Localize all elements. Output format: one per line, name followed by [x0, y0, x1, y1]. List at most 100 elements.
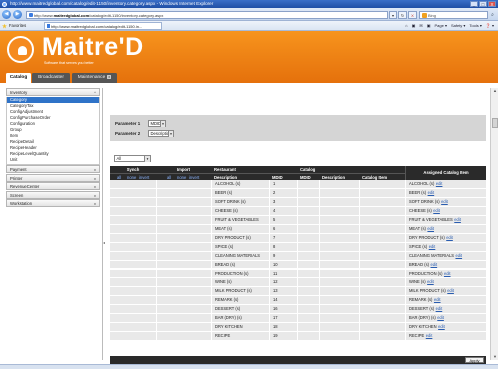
back-button[interactable]: ◀	[2, 10, 11, 19]
synch-cell[interactable]	[110, 242, 156, 251]
import-cell[interactable]	[156, 269, 211, 278]
search-input[interactable]: Bing	[419, 10, 488, 19]
synch-cell[interactable]	[110, 269, 156, 278]
favorites-button[interactable]: Favorites	[2, 22, 26, 30]
tab-maintenance[interactable]: Maintenance x	[72, 73, 117, 83]
import-cell[interactable]	[156, 278, 211, 287]
sidebar-group-printer[interactable]: Printer v	[6, 173, 100, 183]
synch-cell[interactable]	[110, 251, 156, 260]
stop-button[interactable]: X	[408, 10, 417, 19]
edit-link[interactable]: edit	[427, 279, 434, 284]
synch-cell[interactable]	[110, 278, 156, 287]
import-cell[interactable]	[156, 260, 211, 269]
chevron-up-icon[interactable]: ^	[94, 89, 96, 97]
page-menu[interactable]: Page ▾	[434, 22, 446, 30]
address-dropdown-button[interactable]: ▾	[389, 10, 397, 19]
edit-link[interactable]: edit	[431, 262, 438, 267]
edit-link[interactable]: edit	[437, 315, 444, 320]
synch-cell[interactable]	[110, 287, 156, 296]
import-cell[interactable]	[156, 180, 211, 188]
synch-cell[interactable]	[110, 260, 156, 269]
edit-link[interactable]: edit	[441, 199, 448, 204]
edit-link[interactable]: edit	[455, 253, 462, 258]
close-tab-icon[interactable]: x	[107, 75, 112, 79]
forward-button[interactable]: ▶	[13, 10, 22, 19]
edit-link[interactable]: edit	[427, 226, 434, 231]
sidebar-item-unit[interactable]: Unit	[7, 157, 99, 163]
import-cell[interactable]	[156, 251, 211, 260]
import-cell[interactable]	[156, 224, 211, 233]
import-cell[interactable]	[156, 332, 211, 341]
parameter-1-select[interactable]: MDID ▾	[148, 120, 166, 127]
edit-link[interactable]: edit	[428, 190, 435, 195]
filter-select[interactable]: All ▾	[114, 155, 151, 162]
synch-cell[interactable]	[110, 233, 156, 242]
synch-cell[interactable]	[110, 188, 156, 197]
edit-link[interactable]: edit	[454, 217, 461, 222]
feeds-icon[interactable]: ▣	[412, 22, 416, 30]
chevron-down-icon[interactable]: v	[94, 200, 96, 208]
edit-link[interactable]: edit	[434, 297, 441, 302]
close-window-button[interactable]: X	[488, 1, 496, 7]
search-icon[interactable]: ⌕	[488, 11, 497, 19]
edit-link[interactable]: edit	[433, 208, 440, 213]
chevron-down-icon[interactable]: v	[94, 183, 96, 191]
help-menu[interactable]: ❓ ▾	[486, 22, 494, 30]
synch-cell[interactable]	[110, 215, 156, 224]
scroll-down-icon[interactable]: ▼	[492, 354, 498, 360]
synch-cell[interactable]	[110, 180, 156, 188]
synch-cell[interactable]	[110, 314, 156, 323]
minimize-button[interactable]: _	[470, 1, 478, 7]
print-icon[interactable]: ▣	[427, 22, 431, 30]
edit-link[interactable]: edit	[436, 306, 443, 311]
import-cell[interactable]	[156, 215, 211, 224]
tab-catalog[interactable]: Catalog	[6, 73, 31, 84]
sidebar-group-revenuecenter[interactable]: RevenueCenter v	[6, 182, 100, 191]
sidebar-group-payment[interactable]: Payment v	[6, 165, 100, 174]
edit-link[interactable]: edit	[446, 235, 453, 240]
edit-link[interactable]: edit	[438, 324, 445, 329]
scroll-thumb[interactable]	[492, 118, 498, 128]
import-cell[interactable]	[156, 233, 211, 242]
chevron-down-icon[interactable]: v	[94, 192, 96, 200]
import-cell[interactable]	[156, 242, 211, 251]
tab-broadcaster[interactable]: Broadcaster	[32, 73, 70, 83]
import-cell[interactable]	[156, 296, 211, 305]
page-scrollbar[interactable]: ▲ ▼	[490, 88, 498, 360]
sidebar-group-screen[interactable]: Screen v	[6, 190, 100, 200]
edit-link[interactable]: edit	[426, 333, 433, 338]
import-cell[interactable]	[156, 188, 211, 197]
chevron-down-icon[interactable]: v	[94, 175, 96, 183]
splitter-grip-icon[interactable]: ◂	[103, 240, 106, 245]
edit-link[interactable]: edit	[429, 244, 436, 249]
sidebar-group-workstation[interactable]: Workstation v	[6, 199, 100, 208]
synch-cell[interactable]	[110, 305, 156, 314]
import-cell[interactable]	[156, 287, 211, 296]
tools-menu[interactable]: Tools ▾	[469, 22, 481, 30]
synch-cell[interactable]	[110, 206, 156, 215]
chevron-down-icon[interactable]: v	[94, 166, 96, 174]
maximize-button[interactable]: □	[479, 1, 487, 7]
synch-cell[interactable]	[110, 197, 156, 206]
synch-cell[interactable]	[110, 323, 156, 332]
edit-link[interactable]: edit	[436, 181, 443, 186]
import-cell[interactable]	[156, 314, 211, 323]
address-bar[interactable]: http://www.maitredglobal.com/catalog/edi…	[26, 10, 388, 19]
parameter-2-select[interactable]: Description ▾	[148, 130, 174, 137]
sidebar-splitter[interactable]	[102, 88, 103, 360]
edit-link[interactable]: edit	[444, 271, 451, 276]
browser-page-tab[interactable]: http://www.maitredglobal.com/catalog/edi…	[44, 22, 162, 30]
synch-cell[interactable]	[110, 332, 156, 341]
home-icon[interactable]: ⌂	[405, 22, 407, 30]
synch-cell[interactable]	[110, 224, 156, 233]
synch-cell[interactable]	[110, 296, 156, 305]
apply-button[interactable]: Apply	[465, 357, 484, 363]
mail-icon[interactable]: ✉	[419, 22, 422, 30]
import-cell[interactable]	[156, 305, 211, 314]
import-cell[interactable]	[156, 323, 211, 332]
import-cell[interactable]	[156, 197, 211, 206]
edit-link[interactable]: edit	[447, 288, 454, 293]
import-cell[interactable]	[156, 206, 211, 215]
sidebar-group-inventory[interactable]: Inventory ^	[6, 88, 100, 96]
refresh-button[interactable]: ↻	[398, 10, 407, 19]
